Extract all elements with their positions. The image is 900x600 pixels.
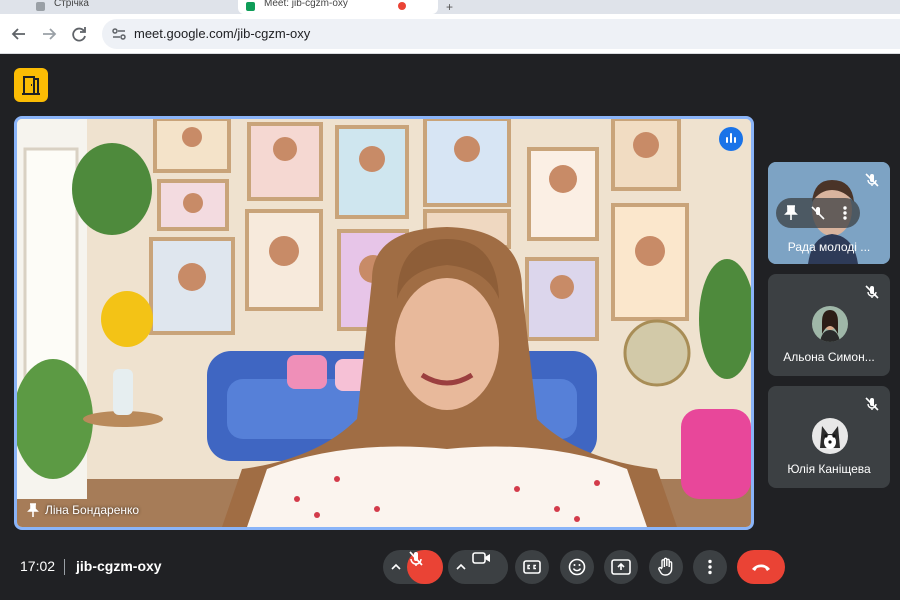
speaker-video: [17, 119, 751, 527]
speaking-indicator-icon: [719, 127, 743, 151]
captions-button[interactable]: [515, 550, 549, 584]
tab-favicon-icon: [36, 2, 45, 11]
recording-indicator-icon: [398, 2, 406, 10]
mic-control-group: [383, 550, 443, 584]
chevron-up-icon[interactable]: [454, 560, 468, 574]
present-to-all-icon: [611, 559, 631, 575]
address-bar[interactable]: meet.google.com/jib-cgzm-oxy: [102, 19, 900, 49]
browser-tab-active[interactable]: Meet: jib-cgzm-oxy: [238, 0, 438, 14]
mic-off-icon: [865, 285, 879, 299]
mic-off-icon: [865, 173, 879, 187]
more-options-button[interactable]: [693, 550, 727, 584]
more-vert-icon[interactable]: [836, 204, 854, 222]
reactions-button[interactable]: [560, 550, 594, 584]
avatar: [812, 418, 848, 454]
avatar: [812, 306, 848, 342]
mic-off-icon: [865, 397, 879, 411]
reload-icon[interactable]: [68, 23, 90, 45]
more-vert-icon: [708, 559, 712, 575]
participant-tile[interactable]: Альона Симон...: [768, 274, 890, 376]
hand-icon: [658, 557, 673, 576]
camera-toggle-button[interactable]: [472, 550, 508, 584]
meeting-clock: 17:02: [20, 558, 56, 574]
mic-toggle-button[interactable]: [407, 550, 443, 584]
participant-tile[interactable]: Юлія Каніщева: [768, 386, 890, 488]
tab-title: Стрічка: [54, 0, 89, 9]
closed-captions-icon: [523, 560, 541, 574]
url-text: meet.google.com/jib-cgzm-oxy: [134, 26, 311, 41]
site-settings-icon[interactable]: [110, 25, 128, 43]
meet-door-logo-icon[interactable]: [14, 68, 48, 102]
meeting-code: jib-cgzm-oxy: [76, 558, 162, 574]
participant-tile[interactable]: Рада молоді ...: [768, 162, 890, 264]
chevron-up-icon[interactable]: [389, 560, 403, 574]
tab-strip: Стрічка Meet: jib-cgzm-oxy +: [0, 0, 900, 14]
participant-name: Юлія Каніщева: [787, 462, 871, 476]
new-tab-icon[interactable]: +: [446, 0, 453, 14]
tab-title: Meet: jib-cgzm-oxy: [264, 0, 348, 9]
leave-call-button[interactable]: [737, 550, 785, 584]
participant-name: Рада молоді ...: [787, 240, 871, 254]
tile-hover-controls: [776, 198, 860, 228]
videocam-icon: [472, 552, 490, 564]
participant-name-label: Ліна Бондаренко: [45, 503, 140, 517]
main-participant-name: Ліна Бондаренко: [23, 499, 139, 521]
mic-off-icon: [409, 551, 423, 566]
call-end-icon: [752, 564, 770, 571]
browser-tab[interactable]: Стрічка: [28, 0, 228, 14]
pin-icon[interactable]: [782, 204, 800, 222]
browser-toolbar: meet.google.com/jib-cgzm-oxy: [0, 14, 900, 54]
back-icon[interactable]: [8, 23, 30, 45]
mute-participant-icon[interactable]: [809, 204, 827, 222]
emoji-icon: [568, 558, 586, 576]
present-screen-button[interactable]: [604, 550, 638, 584]
main-speaker-tile[interactable]: Ліна Бондаренко: [14, 116, 754, 530]
pin-icon[interactable]: [27, 503, 39, 517]
meet-favicon-icon: [246, 2, 255, 11]
raise-hand-button[interactable]: [649, 550, 683, 584]
forward-icon[interactable]: [38, 23, 60, 45]
divider: [64, 559, 65, 575]
camera-control-group: [448, 550, 508, 584]
participant-name: Альона Симон...: [783, 350, 875, 364]
